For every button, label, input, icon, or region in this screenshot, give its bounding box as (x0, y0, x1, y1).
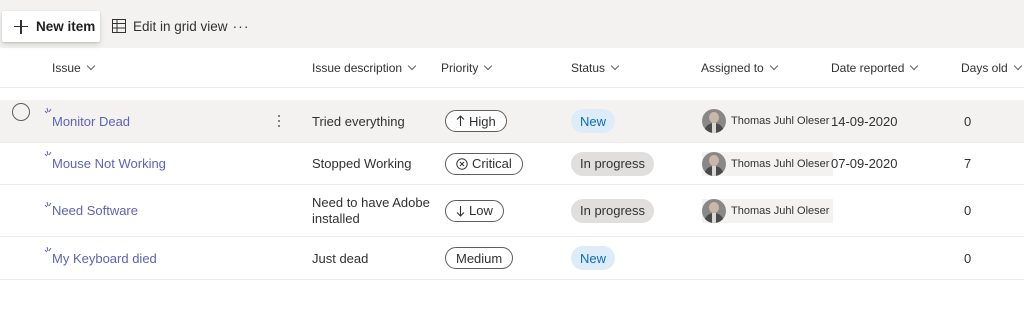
new-item-label: New item (36, 19, 96, 34)
grid-table-icon (112, 19, 126, 33)
priority-label: Critical (472, 156, 512, 171)
chevron-down-icon (610, 61, 620, 71)
date-reported: 14-09-2020 (831, 113, 898, 129)
assigned-to-name: Thomas Juhl Oleser (731, 157, 830, 170)
chevron-down-icon (1013, 61, 1022, 71)
person-chip[interactable]: Thomas Juhl Oleser (702, 151, 834, 176)
issue-description: Tried everything (312, 113, 405, 129)
days-old: 0 (964, 250, 972, 266)
row-more-icon[interactable] (274, 111, 284, 131)
table-row[interactable]: Monitor Dead Tried everything High New T… (0, 100, 1024, 143)
column-header-label: Date reported (831, 61, 905, 75)
chevron-down-icon (910, 61, 919, 71)
status-badge: In progress (571, 198, 655, 223)
column-header-priority[interactable]: Priority (441, 48, 493, 88)
avatar (702, 198, 726, 223)
priority-pill: Medium (445, 247, 514, 269)
column-header-label: Issue (52, 61, 81, 75)
issue-description: Need to have Adobe installed (312, 195, 430, 227)
avatar (702, 109, 726, 133)
table-row[interactable]: Mouse Not Working Stopped Working Critic… (0, 143, 1024, 185)
priority-label: Low (469, 203, 493, 218)
circle-x-icon (456, 157, 468, 170)
issue-description-line: installed (312, 210, 360, 226)
column-header-issue-description[interactable]: Issue description (312, 48, 417, 88)
table-row[interactable]: My Keyboard died Just dead Medium New 0 (0, 237, 1024, 280)
avatar (702, 151, 726, 176)
more-options-button[interactable]: ··· (230, 14, 252, 38)
chevron-down-icon (769, 61, 778, 71)
assigned-to-name: Thomas Juhl Oleser (731, 115, 830, 127)
arrow-up-icon (456, 115, 465, 127)
edit-grid-view-button[interactable]: Edit in grid view (112, 14, 228, 38)
new-item-button[interactable]: New item (2, 11, 100, 42)
status-badge: New (571, 246, 616, 270)
priority-pill: High (445, 110, 507, 132)
column-header-label: Assigned to (701, 61, 764, 75)
command-bar: New item Edit in grid view ··· (0, 0, 1024, 48)
person-chip[interactable]: Thomas Juhl Oleser (702, 109, 834, 133)
arrow-down-icon (456, 205, 465, 217)
column-header-days-old[interactable]: Days old (961, 48, 1022, 88)
days-old: 0 (964, 113, 972, 129)
column-header-status[interactable]: Status (571, 48, 620, 88)
status-badge: New (571, 109, 616, 133)
column-header-label: Status (571, 61, 606, 75)
issue-title-link[interactable]: Need Software (52, 203, 138, 218)
column-header-date-reported[interactable]: Date reported (831, 48, 919, 88)
row-select-radio[interactable] (12, 103, 30, 121)
issue-description: Just dead (312, 250, 369, 266)
days-old: 7 (964, 156, 972, 171)
issue-title-link[interactable]: My Keyboard died (52, 251, 157, 266)
column-header-issue[interactable]: Issue (52, 48, 95, 88)
column-header-label: Issue description (312, 61, 403, 75)
table-row[interactable]: Need Software Need to have Adobe install… (0, 185, 1024, 237)
column-header-label: Days old (961, 61, 1008, 75)
plus-icon (14, 19, 28, 34)
new-item-sparkle-icon (44, 107, 52, 114)
issue-description-line: Need to have Adobe (312, 194, 430, 210)
days-old: 0 (964, 203, 972, 218)
new-item-sparkle-icon (44, 201, 52, 208)
new-item-sparkle-icon (44, 150, 52, 157)
priority-label: High (469, 113, 496, 129)
issue-title-link[interactable]: Mouse Not Working (52, 156, 166, 171)
status-badge: In progress (571, 151, 655, 176)
chevron-down-icon (484, 61, 493, 71)
column-header-label: Priority (441, 61, 479, 75)
new-item-sparkle-icon (44, 246, 52, 253)
priority-pill: Critical (445, 152, 523, 175)
issue-title-link[interactable]: Monitor Dead (52, 114, 130, 129)
person-chip[interactable]: Thomas Juhl Oleser (702, 198, 834, 223)
list-header: Issue Issue description Priority Status … (0, 48, 1024, 88)
date-reported: 07-09-2020 (831, 156, 898, 171)
chevron-down-icon (86, 61, 95, 71)
priority-pill: Low (445, 199, 504, 222)
edit-grid-view-label: Edit in grid view (133, 18, 228, 34)
column-header-assigned-to[interactable]: Assigned to (701, 48, 778, 88)
priority-label: Medium (456, 250, 503, 266)
issue-description: Stopped Working (312, 156, 412, 171)
chevron-down-icon (407, 61, 417, 71)
assigned-to-name: Thomas Juhl Oleser (731, 204, 830, 217)
